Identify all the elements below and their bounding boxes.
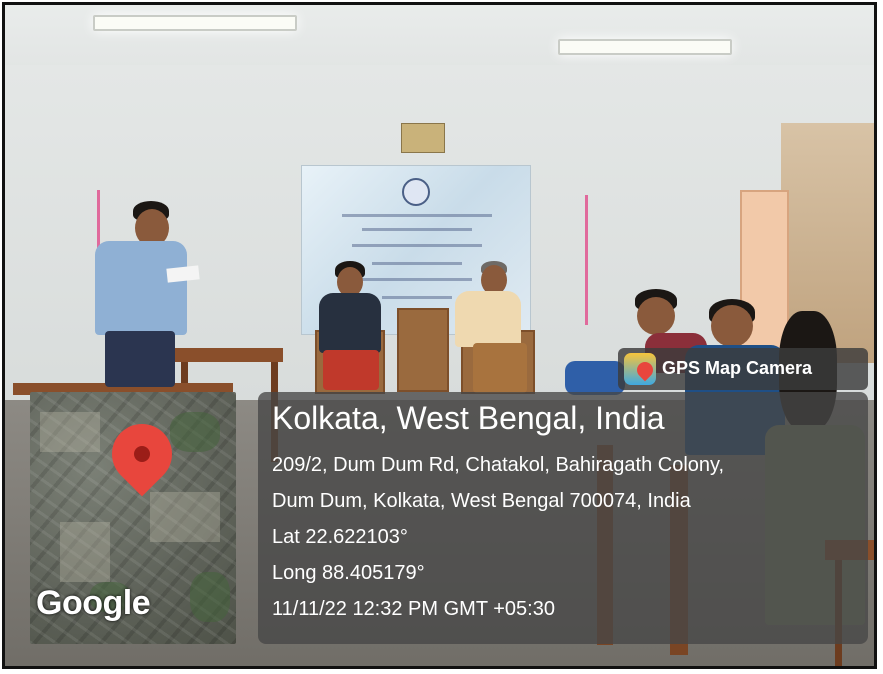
ceiling-light (93, 15, 297, 31)
person (711, 305, 753, 347)
banner-seal-icon (402, 178, 430, 206)
location-title: Kolkata, West Bengal, India (272, 400, 665, 436)
map-thumbnail: Google (30, 392, 236, 644)
chair (397, 308, 449, 392)
address-line-1: 209/2, Dum Dum Rd, Chatakol, Bahiragath … (272, 454, 725, 476)
timestamp: 11/11/22 12:32 PM GMT +05:30 (272, 598, 555, 620)
backpack (565, 361, 625, 395)
person (637, 297, 675, 335)
gps-app-badge: GPS Map Camera (618, 348, 868, 390)
ceiling-light (558, 39, 732, 55)
gps-map-camera-icon (624, 353, 657, 385)
wall-strip (585, 195, 588, 325)
wall-plaque (401, 123, 445, 153)
location-info-panel: Kolkata, West Bengal, India 209/2, Dum D… (258, 392, 868, 644)
google-logo: Google (36, 584, 151, 622)
table (175, 348, 283, 362)
app-badge-label: GPS Map Camera (662, 358, 813, 378)
longitude: Long 88.405179° (272, 562, 425, 584)
latitude: Lat 22.622103° (272, 526, 408, 548)
address-line-2: Dum Dum, Kolkata, West Bengal 700074, In… (272, 490, 691, 512)
